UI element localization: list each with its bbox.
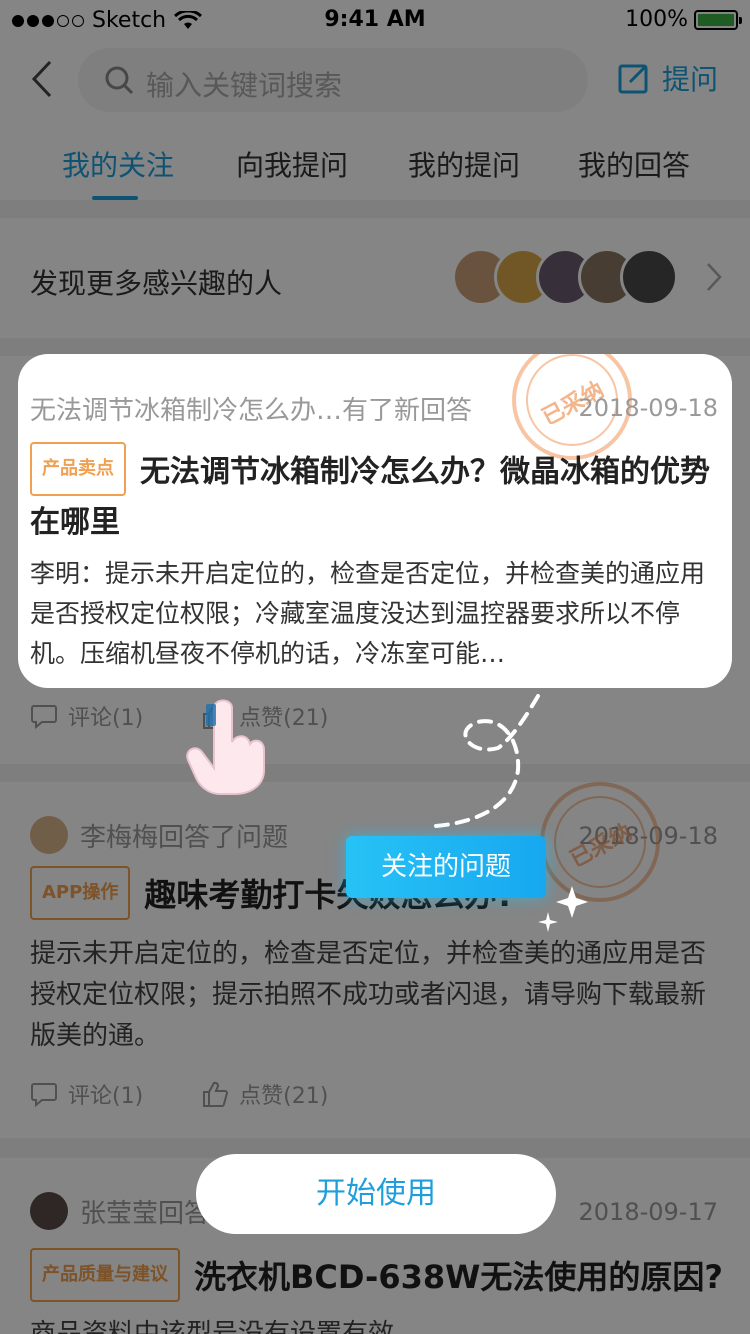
followed-question-hint: 关注的问题 <box>346 836 546 898</box>
pointing-hand-icon <box>186 699 265 795</box>
start-button[interactable]: 开始使用 <box>196 1154 556 1234</box>
